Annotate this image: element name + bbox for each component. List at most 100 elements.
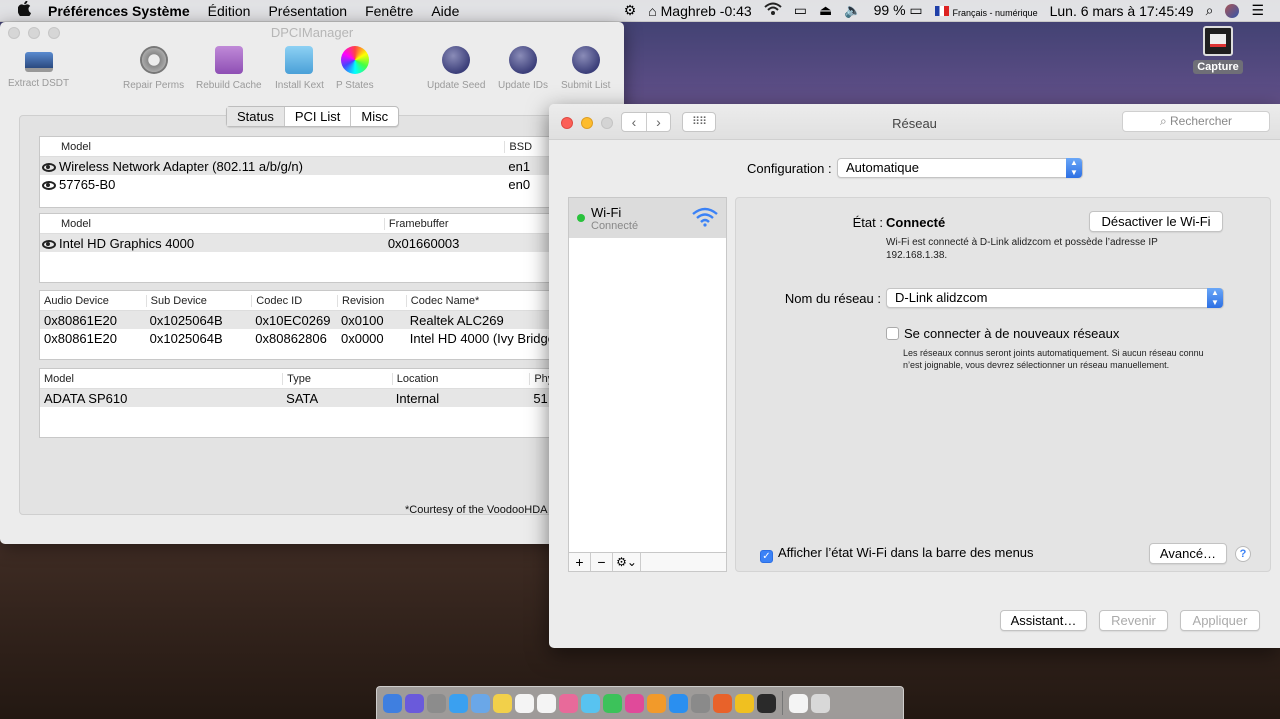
table-row[interactable]: 0x80861E20 0x1025064B 0x80862806 0x0000 …	[40, 329, 624, 347]
airplay-icon[interactable]: ▭	[788, 2, 813, 19]
ibooks-icon[interactable]	[647, 693, 666, 713]
assistant-button[interactable]: Assistant…	[1000, 610, 1087, 631]
table-cell: 0x80862806	[255, 330, 327, 346]
rebuild-cache-button[interactable]: Rebuild Cache	[196, 46, 262, 91]
table-row[interactable]: 57765-B0 en0	[40, 175, 624, 193]
column-header[interactable]: Sub Device	[145, 294, 252, 307]
network-name-select[interactable]: D-Link alidzcom ▲ ▼	[886, 288, 1224, 308]
menu-aide[interactable]: Aide	[422, 3, 468, 19]
add-service-button[interactable]: +	[569, 553, 591, 571]
column-header[interactable]: Revision	[337, 294, 406, 307]
document-icon[interactable]	[789, 693, 808, 713]
messages-icon[interactable]	[581, 693, 600, 713]
clock-zone[interactable]: ⌂ Maghreb -0:43	[642, 3, 757, 19]
column-header[interactable]: Model	[40, 218, 384, 230]
network-titlebar[interactable]: ‹ › ⠿⠿ Réseau ⌕ Rechercher	[549, 104, 1280, 140]
notification-center-icon[interactable]: ☰	[1245, 2, 1270, 19]
tab-status[interactable]: Status	[227, 107, 285, 126]
desktop-capture[interactable]: Capture	[1190, 26, 1246, 74]
service-item-wifi[interactable]: Wi-Fi Connecté	[569, 198, 726, 238]
p-states-button[interactable]: P States	[336, 46, 374, 91]
menu-fenetre[interactable]: Fenêtre	[356, 3, 422, 19]
eject-icon[interactable]: ⏏	[813, 2, 838, 19]
configuration-label: Configuration :	[747, 161, 832, 176]
notes-icon[interactable]	[493, 693, 512, 713]
column-header[interactable]: Model	[40, 141, 504, 153]
ask-join-option[interactable]: Se connecter à de nouveaux réseaux	[886, 326, 1119, 341]
menu-edition[interactable]: Édition	[199, 3, 260, 19]
table-row[interactable]: Intel HD Graphics 4000 0x01660003	[40, 234, 624, 252]
gear-icon[interactable]: ⚙	[618, 2, 643, 19]
revert-button[interactable]: Revenir	[1099, 610, 1168, 631]
apply-button[interactable]: Appliquer	[1180, 610, 1260, 631]
firefox-icon[interactable]	[713, 693, 732, 713]
eye-icon[interactable]	[42, 162, 56, 172]
finder-icon[interactable]	[383, 693, 402, 713]
eye-icon[interactable]	[42, 180, 56, 190]
help-icon[interactable]: ?	[1235, 546, 1251, 562]
repair-perms-button[interactable]: Repair Perms	[123, 46, 184, 91]
close-button[interactable]	[561, 117, 573, 129]
extract-dsdt-button[interactable]: Extract DSDT	[8, 46, 69, 89]
zoom-button[interactable]	[601, 117, 613, 129]
zoom-button[interactable]	[48, 27, 60, 39]
search-field[interactable]: ⌕ Rechercher	[1122, 111, 1270, 132]
back-icon[interactable]: ‹	[622, 113, 646, 131]
volume-icon[interactable]: 🔈	[838, 2, 867, 19]
siri-icon[interactable]	[405, 693, 424, 713]
calendar-icon[interactable]	[515, 693, 534, 713]
close-button[interactable]	[8, 27, 20, 39]
reminders-icon[interactable]	[537, 693, 556, 713]
siri-icon[interactable]	[1225, 3, 1240, 18]
wifi-icon[interactable]	[758, 2, 788, 19]
eye-icon[interactable]	[42, 239, 56, 249]
tab-misc[interactable]: Misc	[351, 107, 398, 126]
show-status-option[interactable]: ✓ Afficher l’état Wi-Fi dans la barre des…	[760, 545, 1034, 563]
wifi-app-icon[interactable]	[735, 693, 754, 713]
menu-presentation[interactable]: Présentation	[259, 3, 356, 19]
minimize-button[interactable]	[28, 27, 40, 39]
column-header[interactable]: Type	[282, 372, 392, 385]
activity-monitor-icon[interactable]	[757, 693, 776, 713]
menu-bar: Préférences Système Édition Présentation…	[0, 0, 1280, 22]
launchpad-icon[interactable]	[427, 693, 446, 713]
tab-pci-list[interactable]: PCI List	[285, 107, 352, 126]
configuration-select[interactable]: Automatique ▲ ▼	[837, 158, 1083, 178]
table-row[interactable]: 0x80861E20 0x1025064B 0x10EC0269 0x0100 …	[40, 311, 624, 329]
table-row[interactable]: Wireless Network Adapter (802.11 a/b/g/n…	[40, 157, 624, 175]
show-all-button[interactable]: ⠿⠿	[682, 112, 716, 132]
mail-icon[interactable]	[471, 693, 490, 713]
gear-icon[interactable]: ⚙⌄	[613, 553, 641, 571]
dpci-titlebar[interactable]: DPCIManager	[0, 22, 624, 44]
input-source[interactable]: Français - numérique	[929, 3, 1044, 19]
column-header[interactable]: Model	[40, 373, 282, 385]
column-header[interactable]: Codec ID	[251, 294, 337, 307]
ask-join-checkbox[interactable]	[886, 327, 899, 340]
apple-icon[interactable]	[0, 0, 39, 20]
disable-wifi-button[interactable]: Désactiver le Wi-Fi	[1089, 211, 1223, 232]
photos-icon[interactable]	[559, 693, 578, 713]
safari-icon[interactable]	[449, 693, 468, 713]
install-kext-button[interactable]: Install Kext	[275, 46, 324, 91]
update-seed-button[interactable]: Update Seed	[427, 46, 485, 91]
table-row[interactable]: ADATA SP610 SATA Internal 51	[40, 389, 624, 407]
menu-app-name[interactable]: Préférences Système	[39, 3, 199, 19]
show-status-checkbox[interactable]: ✓	[760, 550, 773, 563]
forward-icon[interactable]: ›	[646, 113, 670, 131]
table-cell: ADATA SP610	[44, 390, 128, 406]
minimize-button[interactable]	[581, 117, 593, 129]
column-header[interactable]: Audio Device	[40, 295, 146, 307]
trash-icon[interactable]	[811, 693, 830, 713]
submit-list-button[interactable]: Submit List	[561, 46, 610, 91]
app-store-icon[interactable]	[669, 693, 688, 713]
system-preferences-icon[interactable]	[691, 693, 710, 713]
itunes-icon[interactable]	[625, 693, 644, 713]
advanced-button[interactable]: Avancé…	[1149, 543, 1227, 564]
battery-status[interactable]: 99 % ▭	[868, 2, 929, 19]
update-ids-button[interactable]: Update IDs	[498, 46, 548, 91]
spotlight-icon[interactable]: ⌕	[1200, 2, 1220, 19]
menu-clock[interactable]: Lun. 6 mars à 17:45:49	[1044, 3, 1200, 19]
facetime-icon[interactable]	[603, 693, 622, 713]
column-header[interactable]: Location	[391, 372, 530, 385]
remove-service-button[interactable]: −	[591, 553, 613, 571]
